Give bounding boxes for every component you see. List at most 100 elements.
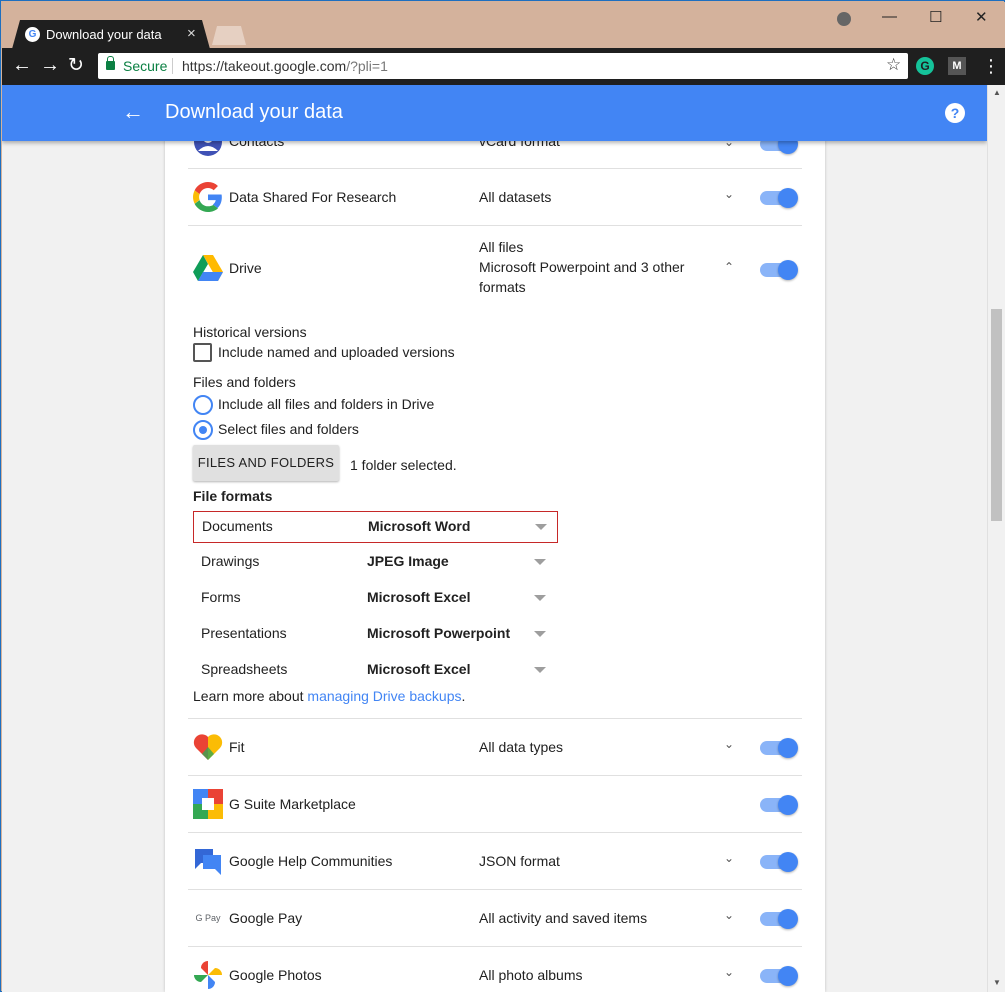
dropdown-caret-icon	[534, 631, 546, 637]
product-toggle[interactable]	[760, 795, 798, 815]
product-row-help-communities: Google Help Communities JSON format ⌄	[188, 833, 802, 890]
product-format: All activity and saved items	[479, 910, 648, 926]
learn-prefix: Learn more about	[193, 688, 308, 704]
menu-kebab-icon[interactable]: ⋮	[982, 56, 1000, 77]
format-row-spreadsheets[interactable]: Spreadsheets Microsoft Excel	[193, 655, 558, 687]
format-type: Drawings	[201, 553, 260, 569]
files-folders-label: Files and folders	[193, 374, 296, 390]
back-arrow-icon[interactable]: ←	[122, 99, 144, 125]
title-bar: G Download your data × — ☐ ✕	[2, 2, 1005, 49]
format-row-drawings[interactable]: Drawings JPEG Image	[193, 547, 558, 579]
browser-tab[interactable]: G Download your data ×	[12, 20, 210, 49]
account-icon[interactable]	[837, 12, 851, 26]
vertical-scrollbar[interactable]: ▲ ▼	[987, 85, 1005, 992]
product-name: Google Photos	[229, 967, 322, 983]
format-value: Microsoft Word	[368, 518, 471, 534]
scroll-up-icon[interactable]: ▲	[993, 88, 1001, 97]
format-type: Spreadsheets	[201, 661, 288, 677]
chevron-down-icon[interactable]: ⌄	[724, 737, 734, 751]
url-main: https://takeout.google.com	[182, 58, 347, 74]
format-line: Microsoft Powerpoint and 3 other	[479, 259, 685, 275]
google-pay-icon: G Pay	[195, 913, 221, 923]
chevron-down-icon[interactable]: ⌄	[724, 851, 734, 865]
product-toggle[interactable]	[760, 909, 798, 929]
scroll-down-icon[interactable]: ▼	[993, 978, 1001, 987]
learn-suffix: .	[461, 688, 466, 704]
format-value: Microsoft Excel	[367, 589, 471, 605]
google-favicon-icon: G	[25, 27, 40, 42]
product-name: G Suite Marketplace	[229, 796, 356, 812]
secure-label: Secure	[123, 58, 168, 74]
bookmark-star-icon[interactable]: ☆	[886, 55, 901, 75]
format-value: JPEG Image	[367, 553, 449, 569]
product-name: Google Pay	[229, 910, 303, 926]
divider	[172, 58, 173, 74]
format-type: Documents	[202, 518, 273, 534]
format-row-presentations[interactable]: Presentations Microsoft Powerpoint	[193, 619, 558, 651]
google-fit-icon	[193, 732, 223, 762]
new-tab-button[interactable]	[212, 26, 246, 45]
product-toggle[interactable]	[760, 188, 798, 208]
dropdown-caret-icon	[534, 559, 546, 565]
chevron-down-icon[interactable]: ⌄	[724, 965, 734, 979]
format-line: formats	[479, 279, 526, 295]
product-format: All datasets	[479, 189, 552, 205]
product-toggle[interactable]	[760, 260, 798, 280]
address-bar[interactable]: Secure https://takeout.google.com/?pli=1…	[98, 53, 908, 79]
close-window-icon[interactable]: ✕	[975, 8, 988, 26]
product-toggle[interactable]	[760, 966, 798, 986]
maximize-icon[interactable]: ☐	[929, 8, 942, 26]
include-all-label: Include all files and folders in Drive	[218, 396, 435, 412]
m-extension-icon[interactable]: M	[948, 57, 966, 75]
google-photos-icon	[193, 960, 223, 990]
historical-versions-label: Historical versions	[193, 324, 307, 340]
dropdown-caret-icon	[535, 524, 547, 530]
help-icon[interactable]: ?	[945, 103, 965, 123]
tab-title: Download your data	[46, 27, 162, 42]
product-toggle[interactable]	[760, 852, 798, 872]
back-icon[interactable]: ←	[12, 54, 32, 77]
product-row-gsuite: G Suite Marketplace	[188, 776, 802, 833]
product-name: Fit	[229, 739, 245, 755]
gsuite-marketplace-icon	[193, 789, 223, 819]
format-row-forms[interactable]: Forms Microsoft Excel	[193, 583, 558, 615]
product-format: JSON format	[479, 853, 560, 869]
product-name: Data Shared For Research	[229, 189, 397, 205]
reload-icon[interactable]: ↻	[68, 54, 84, 77]
chevron-up-icon[interactable]: ⌃	[724, 260, 734, 274]
google-g-icon	[193, 182, 223, 212]
product-row-fit: Fit All data types ⌄	[188, 719, 802, 776]
files-and-folders-button[interactable]: FILES AND FOLDERS	[193, 445, 339, 481]
product-row-research: Data Shared For Research All datasets ⌄	[188, 169, 802, 226]
product-toggle[interactable]	[760, 738, 798, 758]
product-row-google-pay: G Pay Google Pay All activity and saved …	[188, 890, 802, 947]
product-row-google-photos: Google Photos All photo albums ⌄	[188, 947, 802, 992]
format-type: Presentations	[201, 625, 287, 641]
format-value: Microsoft Excel	[367, 661, 471, 677]
tab-close-icon[interactable]: ×	[187, 25, 196, 42]
product-format: All files Microsoft Powerpoint and 3 oth…	[479, 237, 684, 297]
app-bar: ← Download your data ?	[2, 85, 987, 141]
url-text[interactable]: https://takeout.google.com/?pli=1	[182, 58, 388, 74]
include-named-checkbox[interactable]	[193, 343, 212, 362]
format-row-documents[interactable]: Documents Microsoft Word	[193, 511, 558, 543]
select-files-radio[interactable]	[193, 420, 213, 440]
scroll-thumb[interactable]	[991, 309, 1002, 521]
format-type: Forms	[201, 589, 241, 605]
include-named-label: Include named and uploaded versions	[218, 344, 455, 360]
file-formats-heading: File formats	[193, 488, 273, 504]
select-files-label: Select files and folders	[218, 421, 359, 437]
product-format: All data types	[479, 739, 564, 755]
folder-selected-text: 1 folder selected.	[350, 457, 457, 473]
page-title: Download your data	[165, 101, 343, 123]
browser-window: G Download your data × — ☐ ✕ ← → ↻ Secur…	[0, 0, 1005, 992]
minimize-icon[interactable]: —	[882, 8, 897, 25]
chevron-down-icon[interactable]: ⌄	[724, 187, 734, 201]
forward-icon[interactable]: →	[40, 54, 60, 77]
page-content: ← Download your data ? Contacts vCard fo…	[2, 85, 987, 992]
drive-backups-link[interactable]: managing Drive backups	[307, 688, 461, 704]
product-format: All photo albums	[479, 967, 583, 983]
grammarly-extension-icon[interactable]: G	[916, 57, 934, 75]
chevron-down-icon[interactable]: ⌄	[724, 908, 734, 922]
include-all-radio[interactable]	[193, 395, 213, 415]
